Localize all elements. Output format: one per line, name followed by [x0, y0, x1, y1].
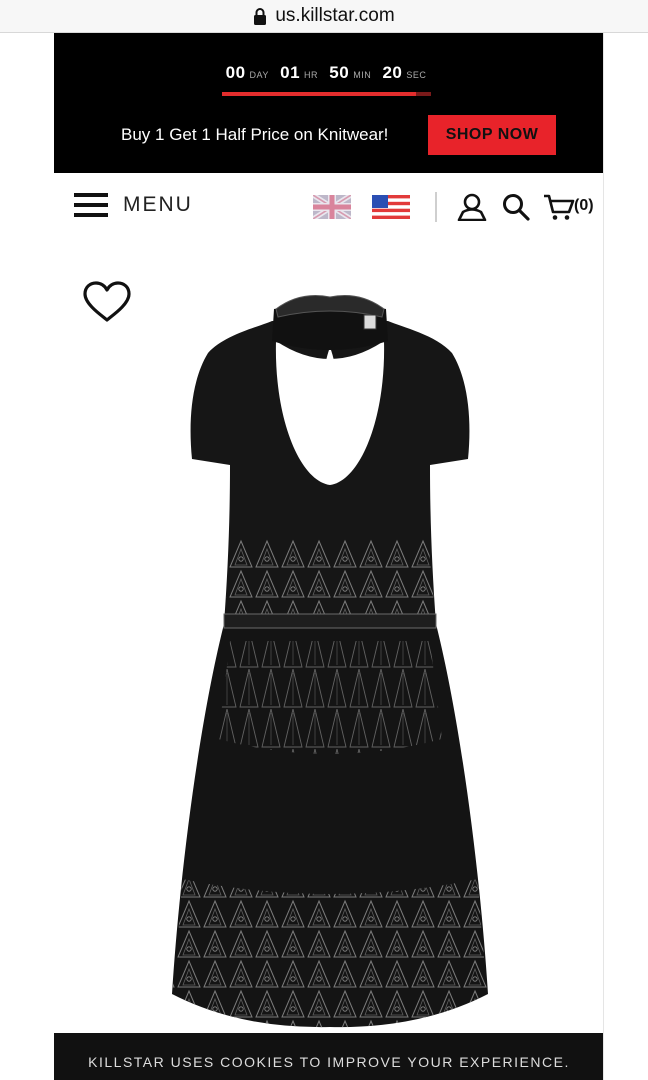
countdown-seconds: 20: [382, 63, 403, 82]
heart-icon[interactable]: [82, 281, 132, 323]
black-dress-image[interactable]: [150, 269, 510, 1039]
cookie-banner[interactable]: KILLSTAR USES COOKIES TO IMPROVE YOUR EX…: [54, 1033, 604, 1080]
url-text: us.killstar.com: [275, 5, 395, 26]
promo-banner: 00 DAY 01 HR 50 MIN 20 SEC Buy 1 Get 1 Half …: [54, 33, 604, 173]
hamburger-icon: [74, 193, 108, 217]
uk-flag-icon[interactable]: [313, 195, 351, 219]
us-flag-icon[interactable]: [372, 195, 410, 219]
nav-divider: [435, 192, 437, 222]
cart-icon[interactable]: [543, 193, 575, 221]
countdown-seconds-label: SEC: [406, 70, 427, 80]
countdown-days-label: DAY: [249, 70, 269, 80]
countdown-timer: 00 DAY 01 HR 50 MIN 20 SEC: [54, 63, 604, 83]
shop-now-button[interactable]: SHOP NOW: [428, 115, 556, 155]
countdown-hours: 01: [280, 63, 301, 82]
countdown-minutes: 50: [329, 63, 350, 82]
page-edge: [603, 33, 604, 1080]
search-icon[interactable]: [502, 193, 530, 221]
promo-text: Buy 1 Get 1 Half Price on Knitwear!: [121, 125, 389, 144]
nav-bar: MENU (0): [54, 173, 604, 243]
countdown-progress-fill: [222, 92, 417, 96]
user-icon[interactable]: [457, 193, 487, 221]
page: 00 DAY 01 HR 50 MIN 20 SEC Buy 1 Get 1 Half …: [54, 33, 604, 1080]
browser-url-bar[interactable]: us.killstar.com: [0, 0, 648, 33]
cart-count[interactable]: (0): [574, 197, 594, 215]
countdown-progress-bar: [222, 92, 431, 96]
lock-icon: [254, 8, 267, 25]
countdown-minutes-label: MIN: [353, 70, 372, 80]
menu-label: MENU: [123, 193, 193, 216]
countdown-hours-label: HR: [304, 70, 319, 80]
countdown-days: 00: [225, 63, 246, 82]
menu-button[interactable]: MENU: [74, 193, 193, 217]
